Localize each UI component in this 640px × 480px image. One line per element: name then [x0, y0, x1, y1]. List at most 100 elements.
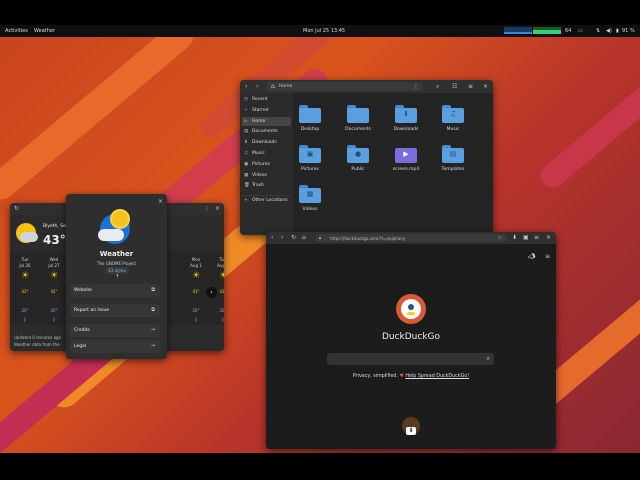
- downloads-icon[interactable]: ⬇: [512, 234, 517, 241]
- forward-icon[interactable]: ›: [256, 83, 258, 90]
- version-badge[interactable]: 43.alpha: [105, 267, 129, 274]
- website-label: Website: [74, 288, 92, 293]
- credits-row[interactable]: Credits →: [70, 324, 160, 337]
- download-duck-icon[interactable]: ⬇: [402, 417, 420, 435]
- duckduckgo-brand: DuckDuckGo: [381, 332, 441, 342]
- forecast-day: Tue Jul 26 ☀ 43° 20° ǀ: [13, 257, 37, 325]
- report-issue-row[interactable]: Report an Issue ⧉: [70, 304, 160, 317]
- legal-row[interactable]: Legal →: [70, 340, 160, 353]
- precipitation-icon: ǀ: [222, 317, 224, 322]
- forecast-low: 20°: [219, 308, 224, 313]
- forecast-date-label: Aug 2: [217, 263, 224, 268]
- forecast-day: TueAug 2 ☀ 43° 20° ǀ: [211, 257, 224, 325]
- downloads-folder-icon: ⬇: [395, 105, 417, 123]
- spread-link[interactable]: Help Spread DuckDuckGo!: [405, 374, 469, 379]
- search-input[interactable]: ⌕: [327, 353, 494, 365]
- partly-cloudy-icon: ☀: [49, 271, 59, 281]
- announcement-icon[interactable]: 📣︎: [528, 253, 536, 260]
- sidebar-item-documents[interactable]: ▤ Documents: [244, 129, 278, 134]
- sidebar-item-recent[interactable]: ◷ Recent: [244, 97, 268, 102]
- browser-menu-icon[interactable]: ≡: [534, 234, 539, 241]
- trash-icon: 🗑︎: [244, 183, 250, 189]
- weather-close-icon[interactable]: ×: [215, 205, 220, 212]
- public-folder-icon: ●: [347, 145, 369, 163]
- file-item-label: Videos: [302, 207, 318, 212]
- document-icon: ▤: [244, 129, 249, 135]
- path-bar[interactable]: ⌂ Home ⋮: [267, 82, 422, 91]
- search-icon[interactable]: ⌕: [436, 83, 439, 91]
- sidebar-item-starred[interactable]: ☆ Starred: [244, 108, 269, 113]
- music-icon: ♫: [244, 151, 249, 156]
- refresh-icon[interactable]: ↻: [14, 205, 19, 212]
- external-link-icon: ⧉: [151, 307, 155, 313]
- forecast-day-label: Wed: [49, 257, 59, 262]
- browser-close-icon[interactable]: ×: [546, 234, 551, 241]
- browser-window: ‹ › ↻ ⌂ 🔒︎ https://duckduckgo.com/?t=epi…: [266, 232, 556, 449]
- app-menu-label: Weather: [34, 28, 56, 34]
- reload-icon[interactable]: ↻: [291, 234, 296, 241]
- sidebar-item-label: Trash: [252, 183, 264, 189]
- file-item[interactable]: ♫ Music: [433, 105, 473, 141]
- sidebar-item-pictures[interactable]: ▣ Pictures: [244, 162, 270, 167]
- hamburger-icon[interactable]: ≡: [545, 253, 550, 260]
- sidebar-item-label: Recent: [252, 97, 268, 102]
- about-close-icon[interactable]: ×: [158, 198, 163, 205]
- website-row[interactable]: Website ⧉: [70, 284, 160, 297]
- forecast-day: Wed Jul 27 ☀ 42° 20° ǀ: [42, 257, 66, 325]
- volume-icon[interactable]: ◀): [606, 28, 612, 34]
- cpu-icon: ▭: [578, 28, 583, 34]
- cpu-value: 64: [565, 28, 572, 34]
- files-headerbar: ‹ › ⌂ Home ⋮ ⌕ ☷ ≡ ×: [240, 80, 493, 93]
- forecast-date-label: Jul 26: [19, 263, 31, 268]
- sidebar-item-videos[interactable]: ▦ Videos: [244, 173, 267, 178]
- file-item[interactable]: ● Public: [338, 145, 378, 181]
- file-item-label: Downloads: [393, 127, 419, 132]
- precipitation-icon: ǀ: [53, 317, 55, 322]
- sidebar-item-home[interactable]: ⌂ Home: [244, 119, 265, 124]
- file-item-label: Pictures: [301, 167, 319, 172]
- templates-folder-icon: ▤: [442, 145, 464, 163]
- tabs-icon[interactable]: ▣: [523, 234, 529, 241]
- app-menu[interactable]: Weather: [34, 28, 55, 34]
- sidebar-item-label: Music: [252, 151, 265, 156]
- file-item-label: screen.mp4: [392, 167, 420, 172]
- bookmark-icon[interactable]: ☆: [498, 235, 502, 241]
- search-icon[interactable]: ⌕: [487, 355, 490, 363]
- sidebar-item-downloads[interactable]: ⬇ Downloads: [244, 140, 277, 145]
- clock[interactable]: Mon Jul 25 13:45: [303, 28, 345, 34]
- back-icon[interactable]: ‹: [245, 83, 247, 90]
- file-item[interactable]: ▤ Templates: [433, 145, 473, 181]
- forecast-date-label: Aug 1: [190, 263, 202, 268]
- menu-icon[interactable]: ≡: [468, 83, 473, 90]
- file-item-label: Documents: [345, 127, 371, 132]
- network-icon[interactable]: ⇅: [596, 28, 600, 34]
- url-bar[interactable]: 🔒︎ https://duckduckgo.com/?t=epiphany ☆: [316, 234, 506, 242]
- close-icon[interactable]: ×: [483, 83, 488, 90]
- forecast-day: Mon Aug 1 ☀ 43° 20° ǀ: [184, 257, 208, 325]
- view-options-icon[interactable]: ☷: [452, 83, 457, 90]
- battery-icon[interactable]: ▮: [616, 28, 619, 34]
- plus-icon: +: [244, 198, 248, 203]
- home-icon[interactable]: ⌂: [302, 234, 306, 241]
- file-item[interactable]: Desktop: [290, 105, 330, 141]
- forecast-low: 20°: [50, 308, 58, 313]
- file-item[interactable]: ▦ Videos: [290, 185, 330, 221]
- back-icon[interactable]: ‹: [271, 234, 273, 241]
- weather-menu-icon[interactable]: ⋮: [204, 205, 210, 212]
- current-temperature: 43°: [43, 233, 66, 247]
- sidebar-item-trash[interactable]: 🗑︎ Trash: [244, 183, 264, 188]
- pictures-folder-icon: ▣: [299, 145, 321, 163]
- path-menu-icon[interactable]: ⋮: [413, 83, 419, 90]
- forward-icon[interactable]: ›: [281, 234, 283, 241]
- url-text: https://duckduckgo.com/?t=epiphany: [330, 236, 406, 241]
- file-item-label: Public: [351, 167, 365, 172]
- sidebar-item-label: Home: [252, 118, 266, 124]
- arrow-right-icon: →: [150, 327, 155, 333]
- file-item[interactable]: ▶ screen.mp4: [386, 145, 426, 181]
- activities-button[interactable]: Activities: [5, 28, 28, 34]
- sidebar-item-music[interactable]: ♫ Music: [244, 151, 265, 156]
- file-item[interactable]: ▣ Pictures: [290, 145, 330, 181]
- file-item[interactable]: ⬇ Downloads: [386, 105, 426, 141]
- sidebar-item-other-locations[interactable]: + Other Locations: [244, 198, 288, 203]
- file-item[interactable]: Documents: [338, 105, 378, 141]
